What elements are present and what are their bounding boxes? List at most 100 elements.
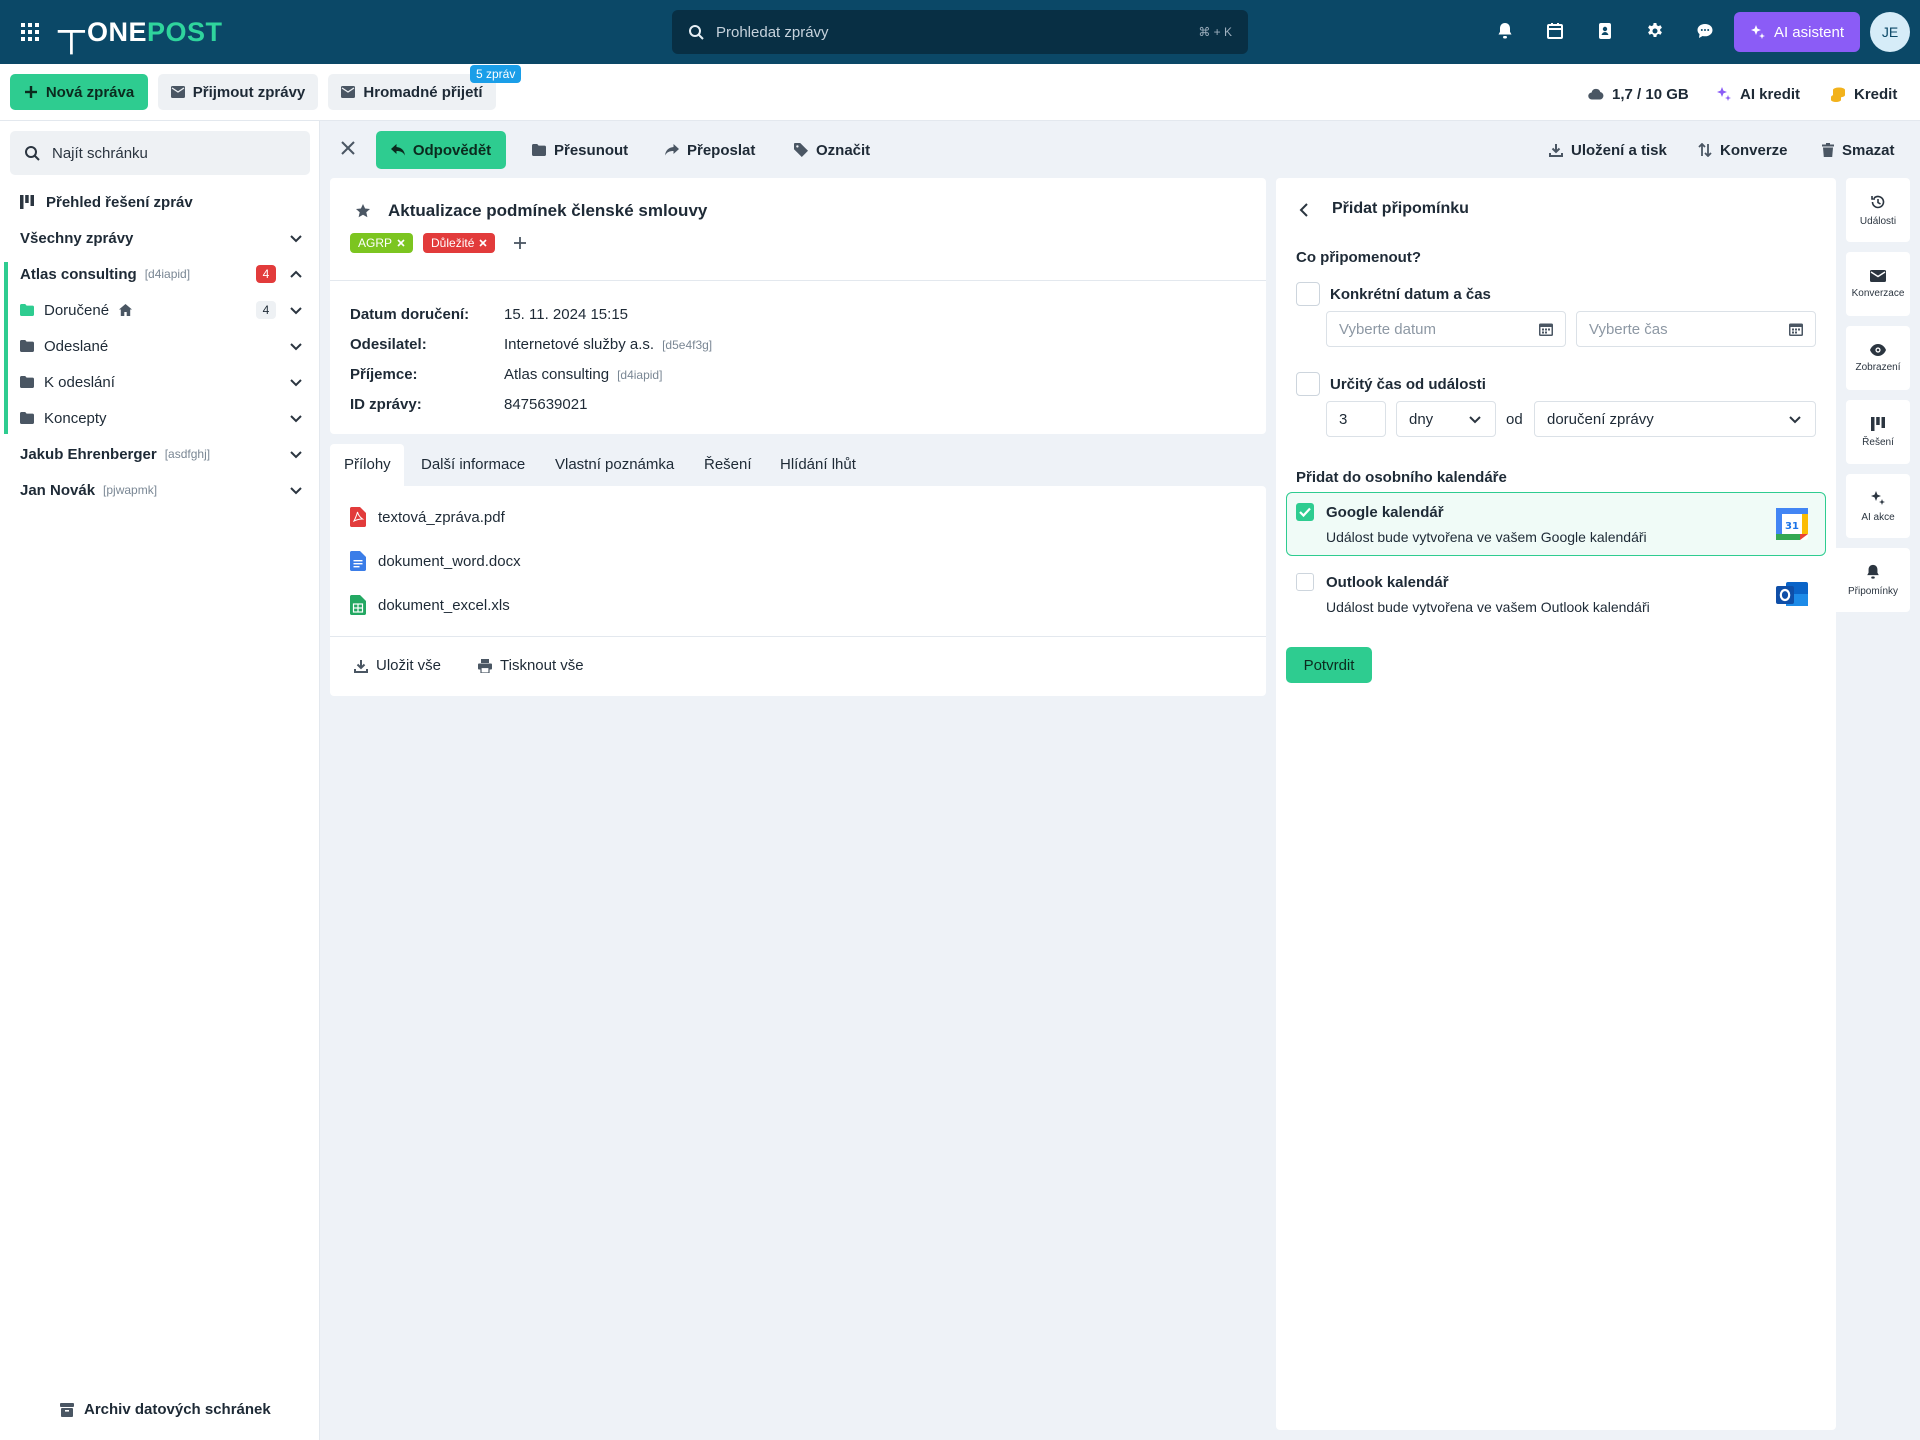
sidebar-item-overview[interactable]: Přehled řešení zpráv <box>0 184 320 220</box>
reminder-what-heading: Co připomenout? <box>1296 249 1421 266</box>
print-all-label: Tisknout vše <box>500 657 584 674</box>
mark-button[interactable]: Označit <box>794 140 870 160</box>
tag-chip[interactable]: AGRP <box>350 233 414 253</box>
meta-label: Příjemce: <box>350 366 418 383</box>
gear-icon[interactable] <box>1646 22 1666 42</box>
confirm-button[interactable]: Potvrdit <box>1286 647 1372 683</box>
rail-label: AI akce <box>1861 511 1895 523</box>
attachment-name: dokument_excel.xls <box>378 596 510 614</box>
ai-assistant-label: AI asistent <box>1773 23 1845 41</box>
apps-grid-icon[interactable] <box>20 22 40 42</box>
chevron-down-icon <box>1787 411 1803 427</box>
save-print-label: Uložení a tisk <box>1571 141 1667 159</box>
credit-button[interactable]: Kredit <box>1830 84 1897 104</box>
save-all-button[interactable]: Uložit vše <box>354 657 441 674</box>
date-picker-input[interactable]: Vyberte datum <box>1326 311 1566 347</box>
ai-assistant-button[interactable]: AI asistent <box>1734 12 1860 52</box>
time-picker-input[interactable]: Vyberte čas <box>1576 311 1816 347</box>
tag-chip[interactable]: Důležité <box>423 233 496 253</box>
mailbox-search-input[interactable]: Najít schránku <box>10 131 310 175</box>
archive-icon <box>60 1402 74 1417</box>
conversion-button[interactable]: Konverze <box>1698 140 1788 160</box>
delete-button[interactable]: Smazat <box>1822 140 1895 160</box>
message-search-input[interactable]: Prohledat zprávy ⌘ + K <box>672 10 1248 54</box>
event-select[interactable]: doručení zprávy <box>1534 401 1816 437</box>
meta-value-text: Internetové služby a.s. <box>504 336 655 353</box>
save-print-button[interactable]: Uložení a tisk <box>1549 140 1667 160</box>
unit-select[interactable]: dny <box>1396 401 1496 437</box>
user-avatar[interactable]: JE <box>1870 12 1910 52</box>
contacts-icon[interactable] <box>1596 22 1616 42</box>
print-all-button[interactable]: Tisknout vše <box>478 657 584 674</box>
relative-time-label: Určitý čas od události <box>1330 376 1486 393</box>
from-label: od <box>1506 411 1523 428</box>
mailbox-search-placeholder: Najít schránku <box>52 144 148 162</box>
tab-deadline-watch[interactable]: Hlídání lhůt <box>780 456 856 473</box>
mailbox-name: Jan Novák <box>20 481 96 499</box>
chat-icon[interactable] <box>1696 22 1716 42</box>
close-icon[interactable] <box>340 140 356 156</box>
mailbox-code: [pjwapmk] <box>103 483 158 497</box>
rail-view[interactable]: Zobrazení <box>1846 326 1910 390</box>
close-icon[interactable] <box>479 239 487 247</box>
chevron-left-icon[interactable] <box>1298 202 1310 218</box>
chevron-down-icon[interactable] <box>288 230 304 246</box>
forward-button[interactable]: Přeposlat <box>665 140 755 160</box>
rail-conversation[interactable]: Konverzace <box>1846 252 1910 316</box>
amount-input[interactable]: 3 <box>1326 401 1386 437</box>
rail-label: Konverzace <box>1851 287 1905 299</box>
tab-resolution[interactable]: Řešení <box>704 456 752 473</box>
rail-label: Události <box>1859 215 1897 227</box>
mailbox-archive-link[interactable]: Archiv datových schránek <box>60 1401 271 1418</box>
specific-datetime-checkbox[interactable] <box>1296 282 1320 306</box>
folder-label: Odeslané <box>44 337 109 355</box>
chevron-down-icon[interactable] <box>288 446 304 462</box>
attachment-item[interactable]: dokument_word.docx <box>350 551 521 571</box>
attachment-item[interactable]: textová_zpráva.pdf <box>350 507 505 527</box>
bulk-count-badge: 5 zpráv <box>470 65 522 83</box>
chevron-up-icon[interactable] <box>288 266 304 282</box>
rail-reminders[interactable]: Připomínky <box>1836 548 1910 612</box>
google-calendar-option[interactable] <box>1286 492 1826 556</box>
rail-events[interactable]: Události <box>1846 178 1910 242</box>
folder-sent[interactable]: Odeslané <box>0 328 320 364</box>
chevron-down-icon[interactable] <box>288 410 304 426</box>
rail-resolution[interactable]: Řešení <box>1846 400 1910 464</box>
close-icon[interactable] <box>397 239 405 247</box>
attachment-item[interactable]: dokument_excel.xls <box>350 595 510 615</box>
outlook-calendar-title: Outlook kalendář <box>1326 574 1449 591</box>
folder-drafts[interactable]: Koncepty <box>0 400 320 436</box>
outlook-calendar-checkbox[interactable] <box>1296 573 1314 591</box>
receive-messages-button[interactable]: Přijmout zprávy <box>158 74 318 110</box>
storage-indicator[interactable]: 1,7 / 10 GB <box>1588 84 1689 104</box>
new-message-label: Nová zpráva <box>45 83 135 101</box>
chevron-down-icon[interactable] <box>288 302 304 318</box>
printer-icon <box>478 658 492 673</box>
meta-code: [d5e4f3g] <box>662 337 713 352</box>
chevron-down-icon <box>1467 411 1483 427</box>
mailbox-jakub-ehrenberger[interactable]: Jakub Ehrenberger [asdfghj] <box>0 436 320 472</box>
bell-icon[interactable] <box>1496 22 1516 42</box>
move-button[interactable]: Přesunout <box>532 140 628 160</box>
chevron-down-icon[interactable] <box>288 482 304 498</box>
sidebar-item-all-messages[interactable]: Všechny zprávy <box>0 220 320 256</box>
tab-attachments[interactable]: Přílohy <box>344 456 391 473</box>
mailbox-jan-novak[interactable]: Jan Novák [pjwapmk] <box>0 472 320 508</box>
tab-more-info[interactable]: Další informace <box>421 456 525 473</box>
add-tag-icon[interactable] <box>513 236 527 250</box>
rail-ai-actions[interactable]: AI akce <box>1846 474 1910 538</box>
chevron-down-icon[interactable] <box>288 338 304 354</box>
reply-button[interactable]: Odpovědět <box>376 131 506 169</box>
tab-own-note[interactable]: Vlastní poznámka <box>555 456 674 473</box>
onepost-logo[interactable]: ┬ ONE POST <box>58 10 222 52</box>
star-icon[interactable] <box>356 204 370 218</box>
calendar-icon[interactable] <box>1546 22 1566 42</box>
chevron-down-icon[interactable] <box>288 374 304 390</box>
sparkle-icon <box>1750 24 1766 40</box>
relative-time-checkbox[interactable] <box>1296 372 1320 396</box>
google-calendar-checkbox[interactable] <box>1296 503 1314 521</box>
envelope-open-icon <box>341 86 356 98</box>
new-message-button[interactable]: Nová zpráva <box>10 74 148 110</box>
ai-credit-button[interactable]: AI kredit <box>1716 84 1800 104</box>
folder-outbox[interactable]: K odeslání <box>0 364 320 400</box>
